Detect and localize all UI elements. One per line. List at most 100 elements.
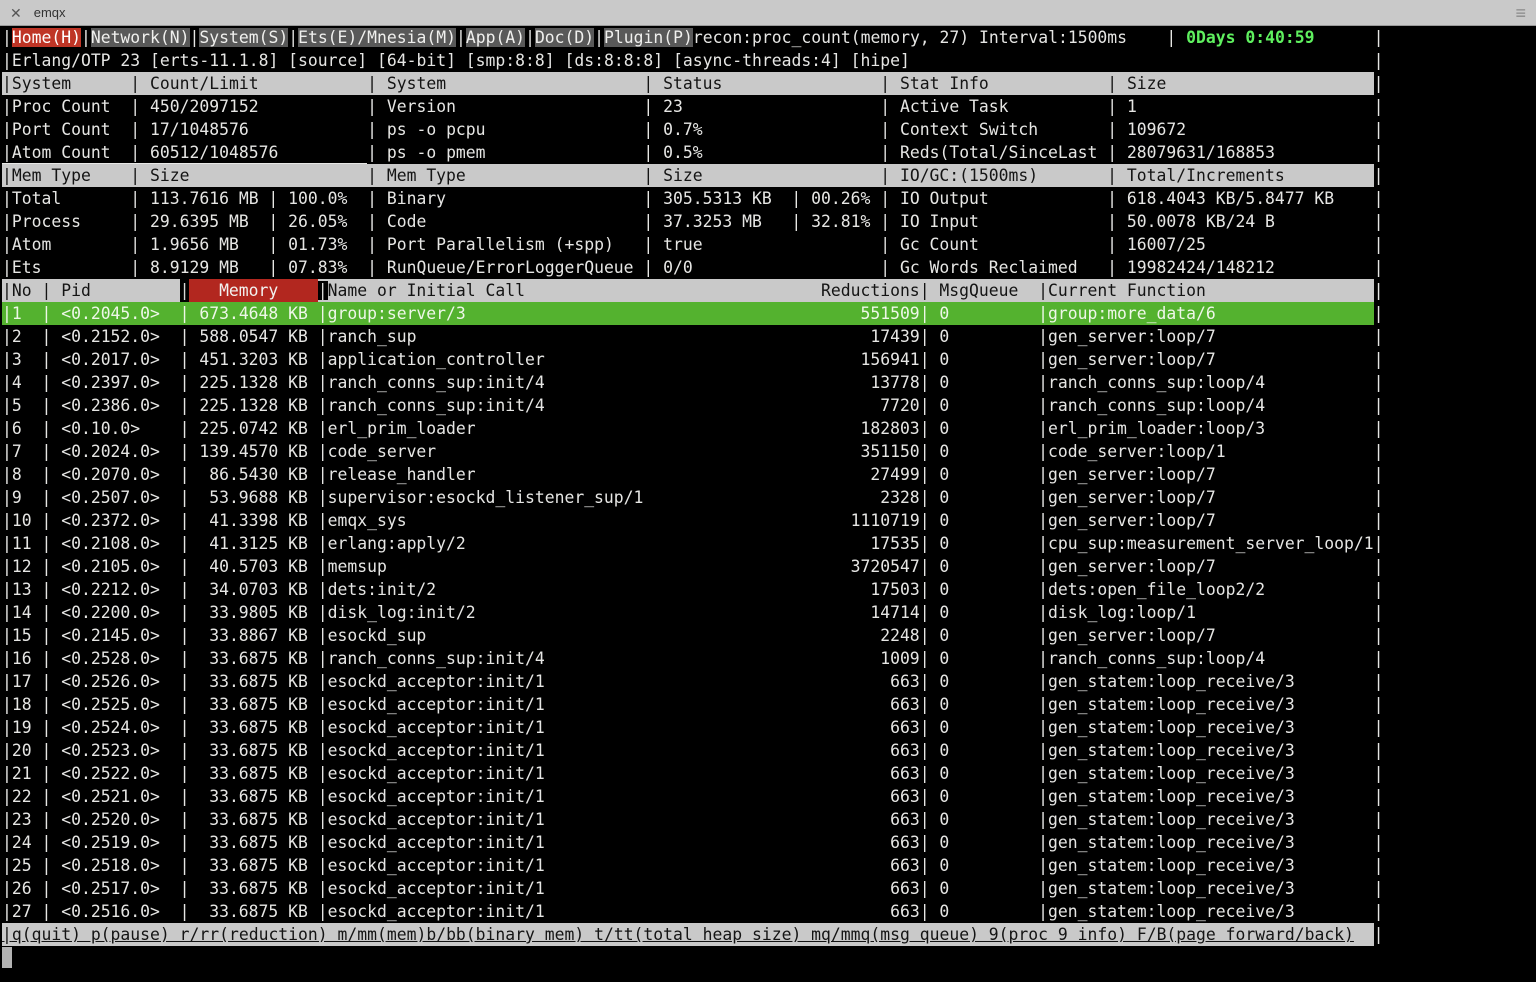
process-row[interactable]: 20<0.2523.0>33.6875 KBesockd_acceptor:in… [2,739,1383,762]
process-current-function: gen_server:loop/7 [1038,624,1374,647]
menu-item[interactable]: |Network(N) [81,28,190,47]
process-pid: <0.2525.0> [41,693,179,716]
close-icon[interactable]: ✕ [10,6,22,20]
process-row[interactable]: 2<0.2152.0>588.0547 KBranch_sup17439 0 gen… [2,325,1383,348]
column-header-msgqueue: MsgQueue [939,281,1019,300]
process-row[interactable]: 4<0.2397.0>225.1328 KBranch_conns_sup:in… [2,371,1383,394]
column-header: Count/Limit [130,72,367,95]
table-row: Ets8.9129 MB07.83%RunQueue/ErrorLoggerQu… [2,256,1383,279]
process-no: 7 [2,440,41,463]
process-pid: <0.2070.0> [41,463,179,486]
hamburger-menu-icon[interactable]: ≡ [1515,4,1526,22]
cell: Code [367,210,643,233]
process-name: code_server [318,440,713,463]
process-row[interactable]: 11<0.2108.0>41.3125 KBerlang:apply/21753… [2,532,1383,555]
column-header-memory-sort[interactable]: Memory [179,279,318,302]
process-reductions: 663 [712,785,929,808]
menu-separator: | [594,28,605,47]
system-table-body: Proc Count450/2097152Version23Active Tas… [2,95,1536,164]
cell: IO Input [880,210,1107,233]
menu-item[interactable]: |App(A) [456,28,526,47]
process-msgqueue: 0 [939,764,950,783]
process-no: 10 [2,509,41,532]
menu-item[interactable]: |Ets(E)/Mnesia(M) [288,28,456,47]
process-name: esockd_acceptor:init/1 [318,716,713,739]
process-memory: 225.1328 KB [180,371,318,394]
process-row[interactable]: 18<0.2525.0>33.6875 KBesockd_acceptor:in… [2,693,1383,716]
process-msgqueue: 0 [939,626,950,645]
cell: Gc Words Reclaimed [880,256,1107,279]
cell: Binary [367,187,643,210]
column-header: System [2,72,130,95]
process-msgqueue: 0 [939,603,950,622]
process-row[interactable]: 14<0.2200.0>33.9805 KBdisk_log:init/2147… [2,601,1383,624]
process-name: erlang:apply/2 [318,532,713,555]
menu-item[interactable]: |System(S) [190,28,289,47]
process-memory: 33.6875 KB [180,739,318,762]
process-pid: <0.2145.0> [41,624,179,647]
cell: Ets [2,256,130,279]
process-row[interactable]: 17<0.2526.0>33.6875 KBesockd_acceptor:in… [2,670,1383,693]
cell: 50.0078 KB/24 B [1107,210,1373,233]
menu-item-label: Network(N) [90,28,190,47]
process-row[interactable]: 15<0.2145.0>33.8867 KBesockd_sup2248 0 gen… [2,624,1383,647]
process-row[interactable]: 26<0.2517.0>33.6875 KBesockd_acceptor:in… [2,877,1383,900]
window-titlebar: ✕ emqx ≡ [0,0,1536,26]
prompt-line[interactable] [2,946,1536,969]
process-no: 5 [2,394,41,417]
process-memory: 139.4570 KB [180,440,318,463]
process-row[interactable]: 5<0.2386.0>225.1328 KBranch_conns_sup:in… [2,394,1383,417]
process-current-function: ranch_conns_sup:loop/4 [1038,394,1374,417]
process-row[interactable]: 23<0.2520.0>33.6875 KBesockd_acceptor:in… [2,808,1383,831]
menu-item[interactable]: |Plugin(P) [594,28,693,47]
process-msgqueue: 0 [939,511,950,530]
column-header: Stat Info [880,72,1107,95]
process-no: 13 [2,578,41,601]
process-row[interactable]: 9<0.2507.0>53.9688 KBsupervisor:esockd_l… [2,486,1383,509]
process-row[interactable]: 25<0.2518.0>33.6875 KBesockd_acceptor:in… [2,854,1383,877]
process-memory: 33.6875 KB [180,693,318,716]
process-name: esockd_acceptor:init/1 [318,670,713,693]
process-row[interactable]: 21<0.2522.0>33.6875 KBesockd_acceptor:in… [2,762,1383,785]
process-row[interactable]: 27<0.2516.0>33.6875 KBesockd_acceptor:in… [2,900,1383,923]
process-row[interactable]: 3<0.2017.0>451.3203 KBapplication_contro… [2,348,1383,371]
process-name: esockd_acceptor:init/1 [318,785,713,808]
process-row[interactable]: 16<0.2528.0>33.6875 KBranch_conns_sup:in… [2,647,1383,670]
process-row[interactable]: 7<0.2024.0>139.4570 KBcode_server351150 0… [2,440,1383,463]
process-row[interactable]: 19<0.2524.0>33.6875 KBesockd_acceptor:in… [2,716,1383,739]
process-row[interactable]: 10<0.2372.0>41.3398 KBemqx_sys1110719 0 ge… [2,509,1383,532]
process-current-function: gen_statem:loop_receive/3 [1038,693,1374,716]
process-reductions: 663 [712,670,929,693]
process-name: memsup [318,555,713,578]
process-reductions: 27499 [712,463,929,486]
process-row[interactable]: 6<0.10.0>225.0742 KBerl_prim_loader18280… [2,417,1383,440]
process-row[interactable]: 22<0.2521.0>33.6875 KBesockd_acceptor:in… [2,785,1383,808]
process-pid: <0.2524.0> [41,716,179,739]
process-table-body: 1<0.2045.0>673.4648 KBgroup:server/35515… [2,302,1536,923]
process-row[interactable]: 1<0.2045.0>673.4648 KBgroup:server/35515… [2,302,1383,325]
process-msgqueue: 0 [939,695,950,714]
process-row[interactable]: 8<0.2070.0>86.5430 KBrelease_handler2749… [2,463,1383,486]
process-no: 21 [2,762,41,785]
cell: 1.9656 MB [130,233,268,256]
process-row[interactable]: 24<0.2519.0>33.6875 KBesockd_acceptor:in… [2,831,1383,854]
process-msgqueue: 0 [939,787,950,806]
cell: ps -o pcpu [367,118,643,141]
column-header: Size [643,164,791,187]
process-pid: <0.2108.0> [41,532,179,555]
process-msgqueue: 0 [939,396,950,415]
cell: 1 [1107,95,1373,118]
process-row[interactable]: 13<0.2212.0>34.0703 KBdets:init/217503 0 d… [2,578,1383,601]
menu-item[interactable]: |Doc(D) [525,28,595,47]
cell: 00.26% [791,187,880,210]
memory-table-body: Total113.7616 MB100.0%Binary305.5313 KB0… [2,187,1536,279]
process-no: 11 [2,532,41,555]
process-memory: 33.6875 KB [180,831,318,854]
process-name: ranch_sup [318,325,713,348]
cell: 618.4043 KB/5.8477 KB [1107,187,1373,210]
process-name: esockd_acceptor:init/1 [318,693,713,716]
menu-item-label: System(S) [199,28,289,47]
process-row[interactable]: 12<0.2105.0>40.5703 KBmemsup3720547 0 gen_… [2,555,1383,578]
process-msgqueue: 0 [939,373,950,392]
menu-item[interactable]: |Home(H) [2,28,81,47]
